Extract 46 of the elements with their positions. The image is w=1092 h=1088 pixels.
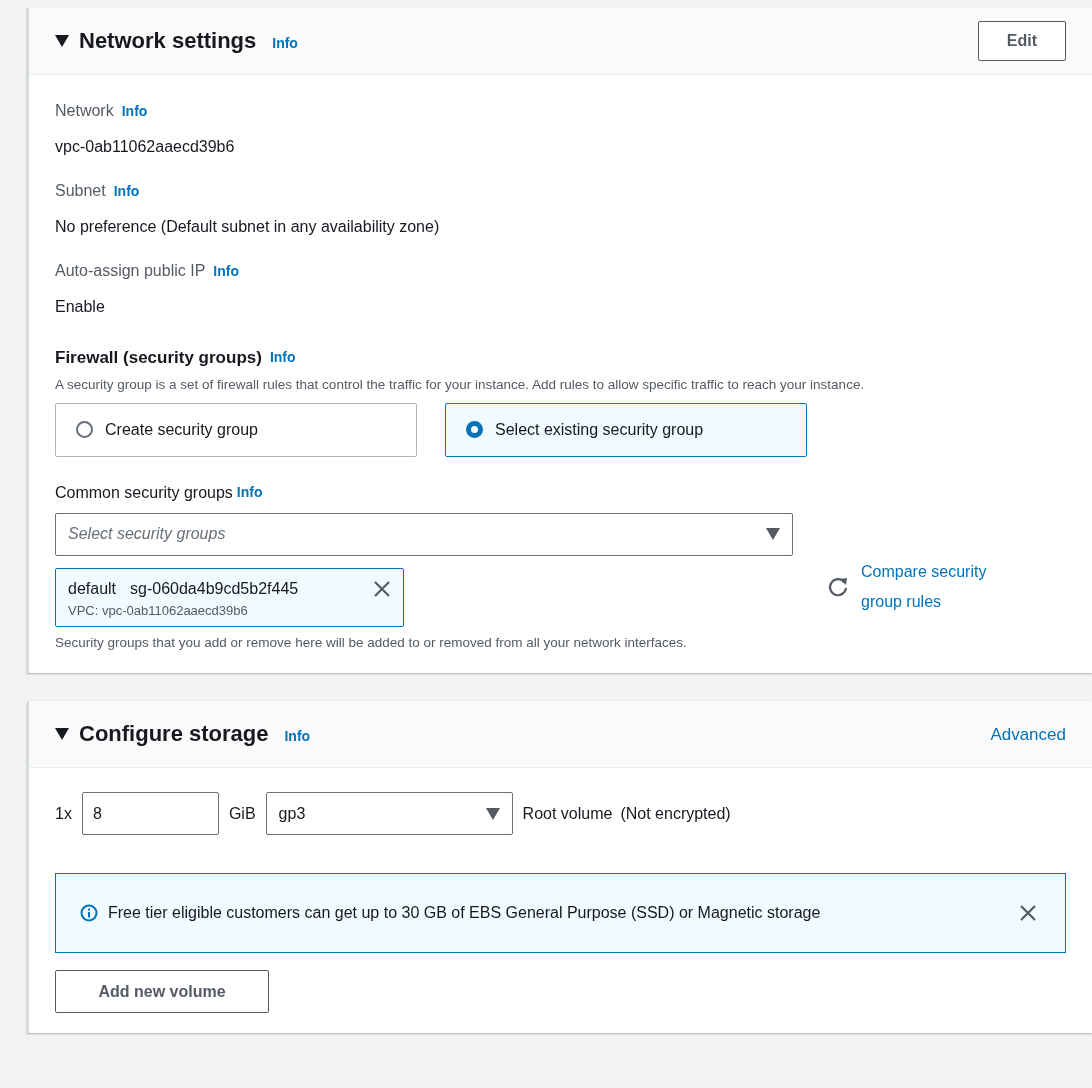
compare-link[interactable]: Compare security group rules xyxy=(861,556,1021,617)
info-icon xyxy=(80,904,98,923)
field-label: Network xyxy=(55,101,114,121)
info-link[interactable]: Info xyxy=(269,347,296,369)
firewall-description: A security group is a set of firewall rules that control the traffic for your instance. Add rules to allow specific traffic to reach your instance. xyxy=(55,375,866,394)
info-link[interactable]: Info xyxy=(213,260,239,282)
field-label: Common security groups xyxy=(55,482,233,503)
size-input[interactable]: 8 xyxy=(81,792,219,836)
caret-down-icon[interactable] xyxy=(55,728,69,741)
volume-type-select[interactable]: gp3 xyxy=(265,792,513,836)
security-groups-select[interactable]: Select security groups xyxy=(55,512,793,556)
advanced-link[interactable]: Advanced xyxy=(990,721,1066,747)
encryption-status: (Not encrypted) xyxy=(620,803,731,824)
edit-button[interactable]: Edit xyxy=(977,21,1066,61)
info-link[interactable]: Info xyxy=(121,100,148,122)
volume-count: 1x xyxy=(55,803,72,824)
radio-option[interactable]: Select existing security group xyxy=(445,402,807,457)
section-title: Configure storage xyxy=(79,721,269,748)
firewall-title: Firewall (security groups) xyxy=(55,347,262,369)
field-label: Subnet xyxy=(55,181,106,201)
remove-button[interactable] xyxy=(373,579,391,598)
info-link[interactable]: Info xyxy=(236,482,263,503)
info-link[interactable]: Info xyxy=(284,725,311,747)
helper-text: Security groups that you add or remove here will be added to or removed from all your network interfaces. xyxy=(55,634,688,652)
caret-down-icon xyxy=(766,528,780,540)
field-value: vpc-0ab11062aaecd39b6 xyxy=(55,137,236,157)
dismiss-button[interactable] xyxy=(1019,904,1037,923)
close-icon xyxy=(1019,904,1037,923)
field-value: Enable xyxy=(55,297,106,317)
field-label: Auto-assign public IP xyxy=(55,261,206,281)
group-vpc: VPC: vpc-0ab11062aaecd39b6 xyxy=(68,601,249,620)
info-link[interactable]: Info xyxy=(272,32,298,54)
field-value: No preference (Default subnet in any availability zone) xyxy=(55,217,441,237)
group-name: default xyxy=(68,578,117,599)
refresh-icon[interactable] xyxy=(827,575,849,598)
alert-text: Free tier eligible customers can get up to 30 GB of EBS General Purpose (SSD) or Magnetic storage xyxy=(108,903,822,924)
radio-option[interactable]: Create security group xyxy=(55,402,417,457)
add-volume-button[interactable]: Add new volume xyxy=(55,970,269,1014)
volume-name: Root volume xyxy=(522,803,613,824)
section-title: Network settings xyxy=(79,27,257,55)
close-icon xyxy=(373,579,391,598)
info-link[interactable]: Info xyxy=(113,180,140,202)
caret-down-icon xyxy=(485,807,500,820)
group-id: sg-060da4b9cd5b2f445 xyxy=(130,578,300,599)
caret-down-icon[interactable] xyxy=(55,35,69,47)
unit-label: GiB xyxy=(228,803,256,824)
